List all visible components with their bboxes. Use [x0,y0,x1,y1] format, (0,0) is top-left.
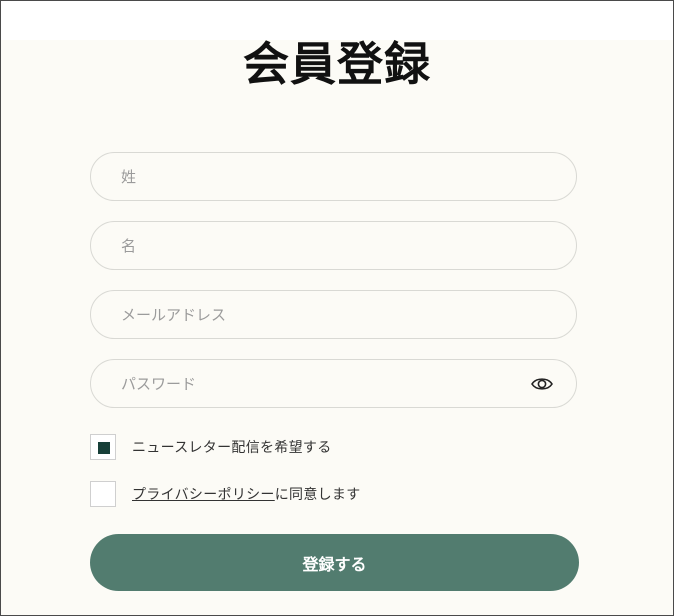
privacy-label-suffix: に同意します [274,487,361,503]
privacy-checkbox[interactable] [90,481,116,507]
email-field-wrapper [90,290,577,339]
first-name-input[interactable] [91,222,576,269]
last-name-field-wrapper [90,152,577,201]
privacy-policy-link[interactable]: プライバシーポリシー [132,487,275,503]
email-input[interactable] [91,291,576,338]
checkbox-checked-mark [98,442,110,454]
top-strip [1,1,673,40]
last-name-input[interactable] [91,153,576,200]
register-button[interactable]: 登録する [90,534,579,591]
privacy-option: プライバシーポリシーに同意します [90,480,361,508]
eye-icon[interactable] [530,374,554,394]
registration-page: 会員登録 ニュースレター配信を希望する プライバシーポリシーに同意します 登録す… [0,0,674,616]
page-title: 会員登録 [243,37,431,91]
newsletter-label: ニュースレター配信を希望する [132,440,332,456]
password-field-wrapper [90,359,577,408]
newsletter-checkbox[interactable] [90,434,116,460]
first-name-field-wrapper [90,221,577,270]
privacy-label: プライバシーポリシーに同意します [132,484,361,504]
password-input[interactable] [91,360,576,407]
newsletter-option: ニュースレター配信を希望する [90,433,332,461]
